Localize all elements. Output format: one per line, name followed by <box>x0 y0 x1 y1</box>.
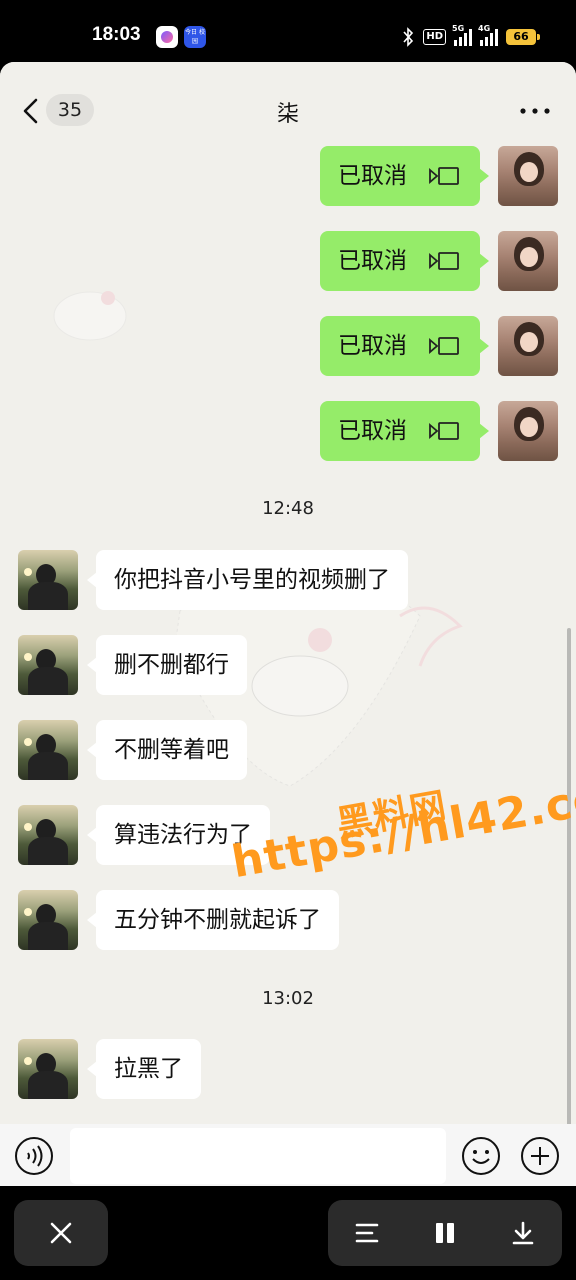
hd-badge: HD <box>423 29 446 45</box>
chat-title: 柒 <box>276 102 299 127</box>
message-text: 已取消 <box>338 418 407 444</box>
playback-controls <box>328 1200 562 1266</box>
message-received: 五分钟不删就起诉了 <box>0 890 576 952</box>
avatar[interactable] <box>18 550 78 610</box>
message-text: 已取消 <box>338 333 407 359</box>
cancelled-call-bubble[interactable]: 已取消 <box>320 401 489 461</box>
message-sent: 已取消 <box>0 146 576 208</box>
message-received: 删不删都行 <box>0 635 576 697</box>
video-call-icon <box>429 337 459 355</box>
cancelled-call-bubble[interactable]: 已取消 <box>320 231 489 291</box>
more-options-icon[interactable] <box>520 108 550 114</box>
media-controls <box>0 1186 576 1280</box>
avatar[interactable] <box>18 1039 78 1099</box>
message-input[interactable] <box>70 1128 446 1184</box>
message-sent: 已取消 <box>0 316 576 378</box>
signal-4g-icon: 4G <box>478 24 498 46</box>
voice-input-icon[interactable] <box>14 1136 54 1176</box>
avatar[interactable] <box>18 635 78 695</box>
message-bubble[interactable]: 五分钟不删就起诉了 <box>87 890 339 950</box>
message-list[interactable]: 已取消 已取消 已取消 已取消 12:48 你把抖音小号里的视频删了 删不删都行… <box>0 146 576 1106</box>
message-received: 不删等着吧 <box>0 720 576 782</box>
pause-button[interactable] <box>406 1200 484 1266</box>
timestamp: 12:48 <box>262 498 314 519</box>
close-button[interactable] <box>14 1200 108 1266</box>
video-call-icon <box>429 252 459 270</box>
avatar[interactable] <box>18 805 78 865</box>
message-sent: 已取消 <box>0 401 576 463</box>
pause-icon <box>436 1223 454 1243</box>
video-call-icon <box>429 167 459 185</box>
avatar[interactable] <box>18 720 78 780</box>
close-icon <box>50 1222 72 1244</box>
timestamp: 13:02 <box>262 988 314 1009</box>
battery-icon: 66 <box>506 29 540 45</box>
download-icon <box>512 1221 534 1245</box>
bluetooth-icon <box>403 27 414 47</box>
message-received: 你把抖音小号里的视频删了 <box>0 550 576 612</box>
chat-header: 35 柒 <box>0 62 576 146</box>
status-time: 18:03 <box>92 24 141 45</box>
status-icons: HD 5G 4G 66 <box>401 24 540 48</box>
avatar[interactable] <box>498 401 558 461</box>
message-sent: 已取消 <box>0 231 576 293</box>
scrollbar[interactable] <box>567 628 571 1168</box>
video-call-icon <box>429 422 459 440</box>
avatar[interactable] <box>498 231 558 291</box>
message-bubble[interactable]: 拉黑了 <box>87 1039 201 1099</box>
menu-button[interactable] <box>328 1200 406 1266</box>
cancelled-call-bubble[interactable]: 已取消 <box>320 146 489 206</box>
signal-5g-icon: 5G <box>452 24 472 46</box>
message-text: 已取消 <box>338 163 407 189</box>
status-bar: 18:03 今日 校园 HD 5G 4G 66 <box>0 0 576 62</box>
message-received: 拉黑了 <box>0 1039 576 1101</box>
avatar[interactable] <box>18 890 78 950</box>
download-button[interactable] <box>484 1200 562 1266</box>
campus-app-icon: 今日 校园 <box>184 26 206 48</box>
message-bubble[interactable]: 不删等着吧 <box>87 720 247 780</box>
avatar[interactable] <box>498 146 558 206</box>
message-text: 已取消 <box>338 248 407 274</box>
input-bar <box>0 1124 576 1186</box>
app-notification-icon <box>156 26 178 48</box>
message-bubble[interactable]: 删不删都行 <box>87 635 247 695</box>
plus-icon[interactable] <box>520 1136 560 1176</box>
emoji-icon[interactable] <box>461 1136 501 1176</box>
avatar[interactable] <box>498 316 558 376</box>
message-bubble[interactable]: 你把抖音小号里的视频删了 <box>87 550 408 610</box>
cancelled-call-bubble[interactable]: 已取消 <box>320 316 489 376</box>
chat-screen: 35 柒 已取消 已取消 已取消 已取消 12:48 你把抖音小号里的视频删了 … <box>0 62 576 1186</box>
menu-lines-icon <box>355 1223 379 1243</box>
